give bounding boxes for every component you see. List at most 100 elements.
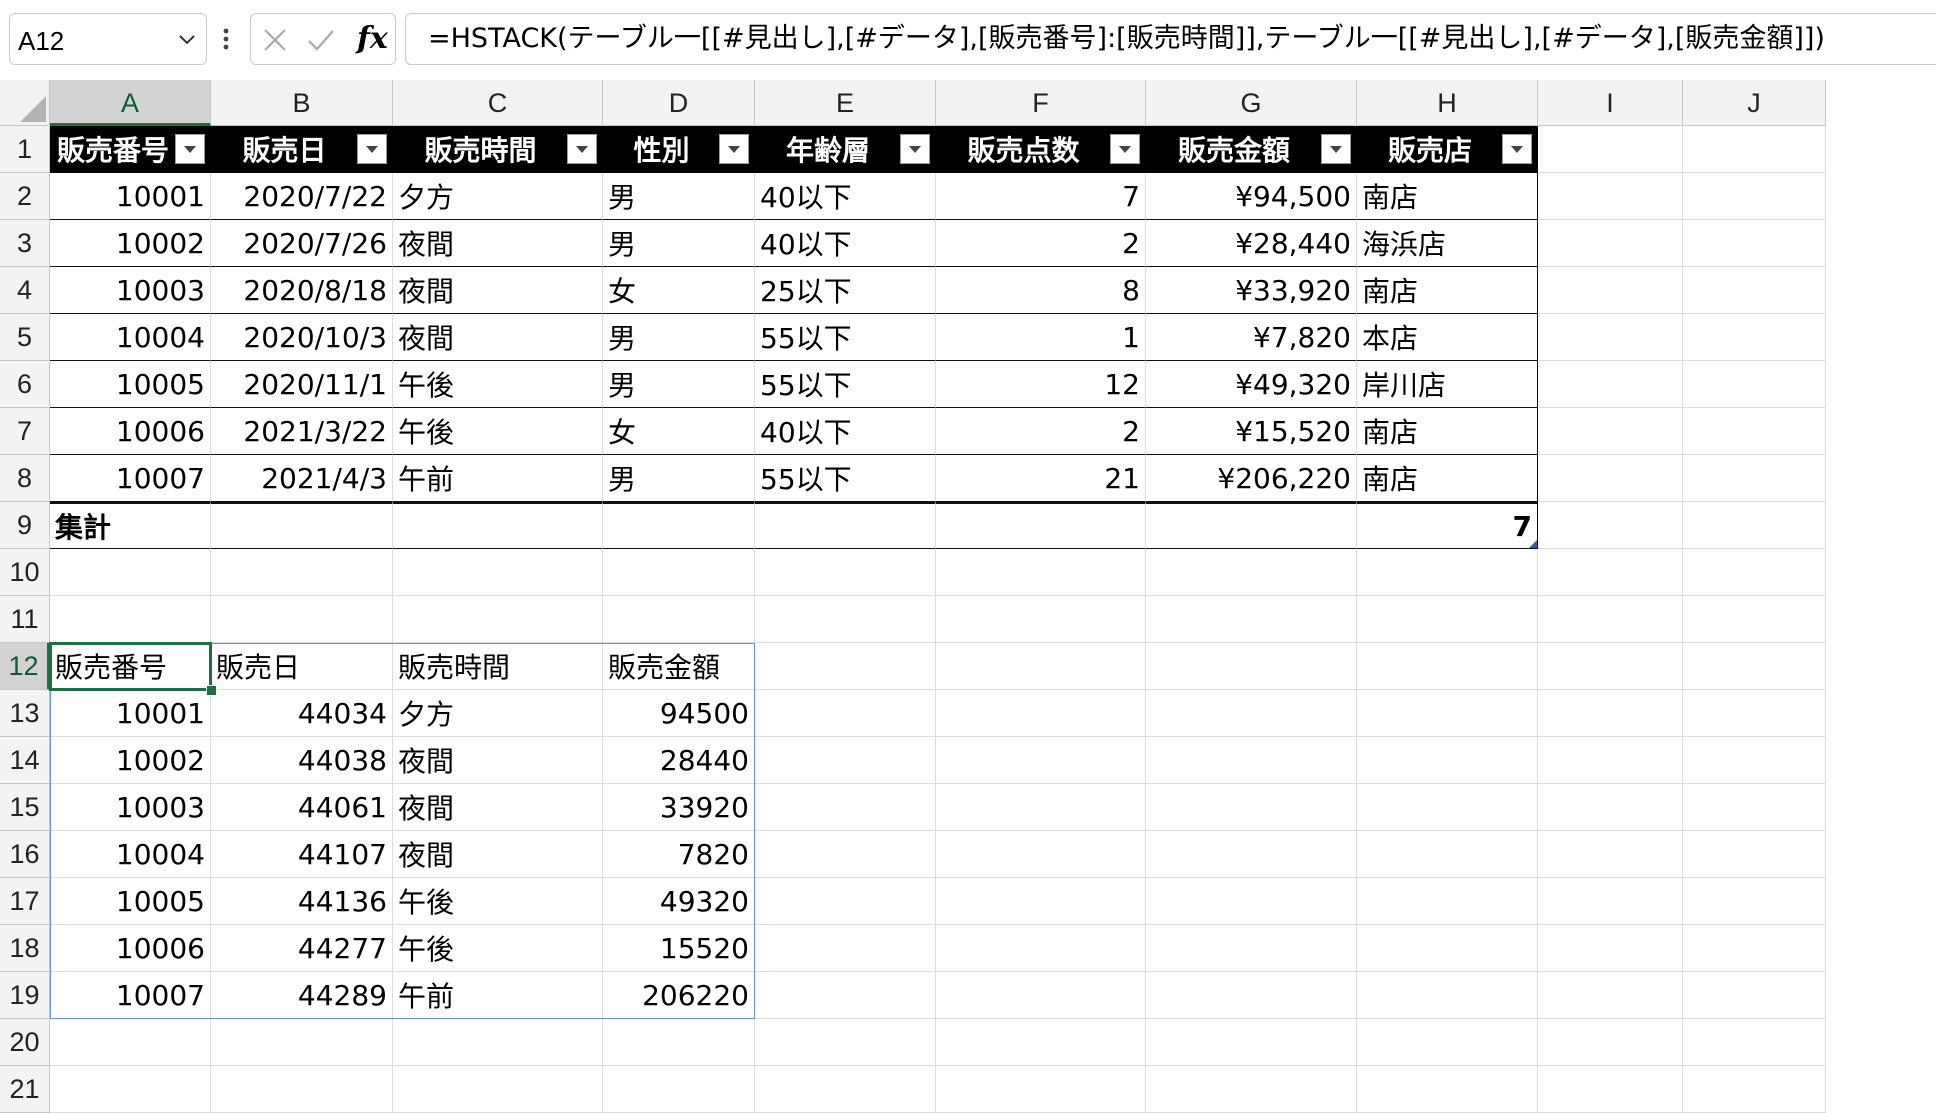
table-cell[interactable]: 2020/7/22 — [211, 173, 393, 220]
row-header-18[interactable]: 18 — [0, 925, 50, 972]
spill-cell[interactable]: 44107 — [211, 831, 393, 878]
spill-cell[interactable]: 206220 — [603, 972, 755, 1019]
table-cell[interactable]: 男 — [603, 361, 755, 408]
cell-a10[interactable] — [50, 549, 211, 596]
cell-f17[interactable] — [936, 878, 1146, 925]
spill-cell[interactable]: 44277 — [211, 925, 393, 972]
fill-handle[interactable] — [206, 685, 217, 696]
more-options-icon[interactable] — [220, 22, 232, 56]
cell-e18[interactable] — [755, 925, 936, 972]
total-value-cell[interactable]: 7 — [1357, 502, 1538, 549]
row-header-3[interactable]: 3 — [0, 220, 50, 267]
spill-cell[interactable]: 7820 — [603, 831, 755, 878]
row-header-17[interactable]: 17 — [0, 878, 50, 925]
cell-i5[interactable] — [1538, 314, 1683, 361]
spill-cell[interactable]: 44136 — [211, 878, 393, 925]
table-cell[interactable]: 12 — [936, 361, 1146, 408]
column-header-b[interactable]: B — [211, 80, 393, 126]
spill-cell[interactable]: 夜間 — [393, 784, 603, 831]
cell-j10[interactable] — [1683, 549, 1826, 596]
spill-cell[interactable]: 28440 — [603, 737, 755, 784]
column-header-f[interactable]: F — [936, 80, 1146, 126]
total-cell[interactable] — [755, 502, 936, 549]
table-cell[interactable]: 2 — [936, 408, 1146, 455]
table-cell[interactable]: 21 — [936, 455, 1146, 502]
table-header-cell[interactable]: 販売番号 — [50, 126, 211, 173]
row-header-21[interactable]: 21 — [0, 1066, 50, 1113]
cell-g11[interactable] — [1146, 596, 1357, 643]
cell-e16[interactable] — [755, 831, 936, 878]
table-cell[interactable]: 10007 — [50, 455, 211, 502]
row-header-9[interactable]: 9 — [0, 502, 50, 549]
cell-i13[interactable] — [1538, 690, 1683, 737]
table-cell[interactable]: 夜間 — [393, 267, 603, 314]
cell-h12[interactable] — [1357, 643, 1538, 690]
cell-j1[interactable] — [1683, 126, 1826, 173]
cell-i3[interactable] — [1538, 220, 1683, 267]
table-cell[interactable]: ¥94,500 — [1146, 173, 1357, 220]
cell-i7[interactable] — [1538, 408, 1683, 455]
cell-j18[interactable] — [1683, 925, 1826, 972]
row-header-14[interactable]: 14 — [0, 737, 50, 784]
chevron-down-icon[interactable] — [176, 28, 198, 50]
cell-e21[interactable] — [755, 1066, 936, 1113]
cell-e19[interactable] — [755, 972, 936, 1019]
cell-c20[interactable] — [393, 1019, 603, 1066]
cell-g18[interactable] — [1146, 925, 1357, 972]
table-cell[interactable]: 2021/4/3 — [211, 455, 393, 502]
table-header-cell[interactable]: 年齢層 — [755, 126, 936, 173]
cell-j16[interactable] — [1683, 831, 1826, 878]
spill-cell[interactable]: 午後 — [393, 878, 603, 925]
cell-g13[interactable] — [1146, 690, 1357, 737]
table-cell[interactable]: ¥49,320 — [1146, 361, 1357, 408]
cell-c11[interactable] — [393, 596, 603, 643]
cell-g21[interactable] — [1146, 1066, 1357, 1113]
filter-dropdown-icon[interactable] — [1110, 134, 1140, 164]
table-cell[interactable]: 2020/7/26 — [211, 220, 393, 267]
cell-b11[interactable] — [211, 596, 393, 643]
table-cell[interactable]: 1 — [936, 314, 1146, 361]
table-header-cell[interactable]: 販売金額 — [1146, 126, 1357, 173]
cell-h15[interactable] — [1357, 784, 1538, 831]
cell-h19[interactable] — [1357, 972, 1538, 1019]
cell-f11[interactable] — [936, 596, 1146, 643]
table-cell[interactable]: 25以下 — [755, 267, 936, 314]
table-cell[interactable]: 10001 — [50, 173, 211, 220]
table-header-cell[interactable]: 性別 — [603, 126, 755, 173]
table-cell[interactable]: 男 — [603, 455, 755, 502]
table-cell[interactable]: 2020/8/18 — [211, 267, 393, 314]
column-header-i[interactable]: I — [1538, 80, 1683, 126]
spill-cell[interactable]: 49320 — [603, 878, 755, 925]
column-header-j[interactable]: J — [1683, 80, 1826, 126]
spill-cell[interactable]: 10002 — [50, 737, 211, 784]
cell-f12[interactable] — [936, 643, 1146, 690]
total-label-cell[interactable]: 集計 — [50, 502, 211, 549]
table-cell[interactable]: 午後 — [393, 361, 603, 408]
table-cell[interactable]: 55以下 — [755, 455, 936, 502]
cell-e17[interactable] — [755, 878, 936, 925]
row-header-12[interactable]: 12 — [0, 643, 50, 690]
cell-j14[interactable] — [1683, 737, 1826, 784]
table-header-cell[interactable]: 販売時間 — [393, 126, 603, 173]
filter-dropdown-icon[interactable] — [900, 134, 930, 164]
table-cell[interactable]: 10004 — [50, 314, 211, 361]
cell-g17[interactable] — [1146, 878, 1357, 925]
cell-i6[interactable] — [1538, 361, 1683, 408]
table-cell[interactable]: 岸川店 — [1357, 361, 1538, 408]
cell-i14[interactable] — [1538, 737, 1683, 784]
total-cell[interactable] — [393, 502, 603, 549]
table-cell[interactable]: 10006 — [50, 408, 211, 455]
filter-dropdown-icon[interactable] — [1321, 134, 1351, 164]
table-cell[interactable]: 2020/10/3 — [211, 314, 393, 361]
cell-g19[interactable] — [1146, 972, 1357, 1019]
spill-cell[interactable]: 44061 — [211, 784, 393, 831]
table-cell[interactable]: 南店 — [1357, 408, 1538, 455]
cell-a21[interactable] — [50, 1066, 211, 1113]
filter-dropdown-icon[interactable] — [719, 134, 749, 164]
cell-i11[interactable] — [1538, 596, 1683, 643]
cell-i8[interactable] — [1538, 455, 1683, 502]
spill-cell[interactable]: 10005 — [50, 878, 211, 925]
confirm-check-icon[interactable] — [305, 24, 337, 56]
cell-j9[interactable] — [1683, 502, 1826, 549]
column-header-g[interactable]: G — [1146, 80, 1357, 126]
